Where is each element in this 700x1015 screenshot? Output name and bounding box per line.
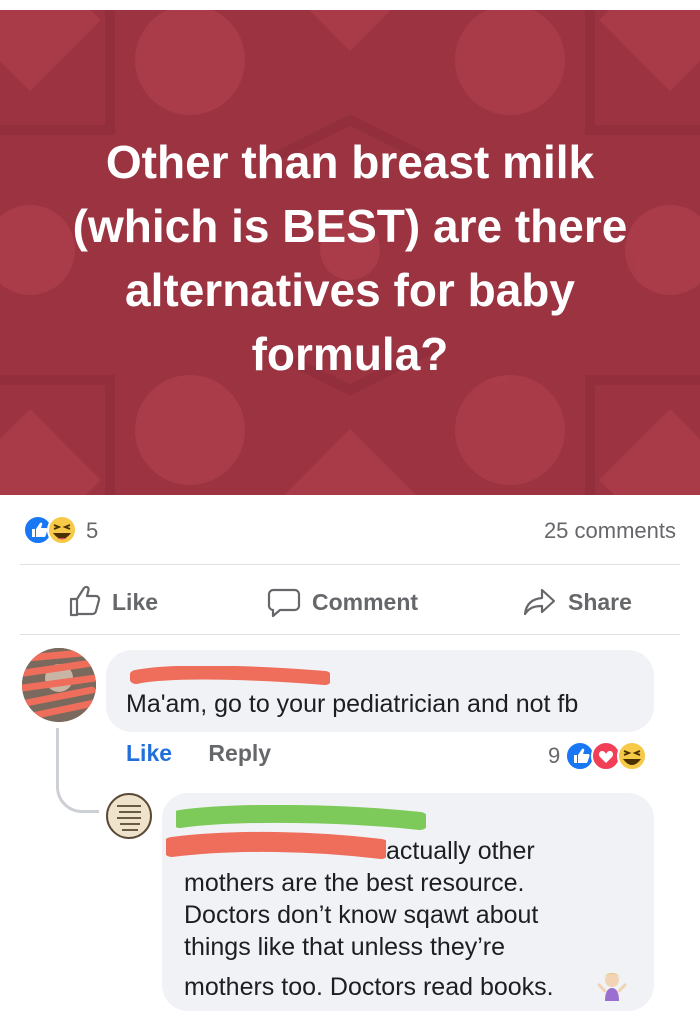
comment-label: Comment (312, 588, 419, 615)
reaction-icons[interactable] (22, 514, 82, 546)
post-text: Other than breast milk (which is BEST) a… (72, 136, 628, 380)
comments-count-link[interactable]: 25 comments (544, 518, 676, 544)
avatar-text-line (117, 817, 141, 819)
comment-reactions[interactable]: 9 (548, 738, 654, 774)
avatar[interactable] (22, 648, 96, 722)
reply-avatar[interactable] (106, 793, 152, 839)
avatar-text-line (120, 823, 140, 825)
comment-bubble: Ma'am, go to your pediatrician and not f… (106, 650, 654, 732)
haha-icon (617, 741, 648, 771)
avatar-text-line (119, 811, 141, 813)
divider (20, 564, 680, 565)
avatar-text-line (117, 805, 141, 807)
haha-icon (47, 515, 77, 545)
share-label: Share (568, 588, 632, 615)
comment-reply-link[interactable]: Reply (208, 740, 271, 766)
person-shrugging-emoji (597, 973, 627, 1001)
like-icon (565, 741, 596, 771)
reply-text-line: things like that unless they’re (184, 933, 506, 961)
reply-thread-line (56, 728, 99, 813)
comment-reaction-count: 9 (548, 743, 561, 768)
comment-like-link[interactable]: Like (126, 740, 172, 766)
reply-text-line: Doctors don’t know sqawt about (184, 901, 539, 929)
reply-text-line: actually other (386, 837, 535, 865)
reply-bubble: actually other mothers are the best reso… (162, 793, 654, 1011)
avatar-redaction (22, 648, 96, 722)
post-stats: 5 25 comments (0, 510, 700, 550)
like-label: Like (112, 588, 159, 615)
love-icon (591, 741, 622, 771)
post-action-bar: Like Comment Share (0, 572, 700, 632)
speech-bubble-icon (267, 588, 301, 618)
share-button[interactable]: Share (522, 582, 632, 622)
avatar-text-line (122, 829, 138, 831)
comment-reaction-icons (565, 741, 648, 771)
reply-text-line: mothers too. Doctors read books. (184, 973, 554, 1001)
divider (20, 634, 680, 635)
reply-text-line: mothers are the best resource. (184, 869, 525, 897)
comment-meta: Like Reply (126, 740, 271, 767)
redacted-author-name (130, 666, 330, 685)
like-button[interactable]: Like (66, 582, 158, 622)
redacted-text (166, 831, 386, 859)
post-banner: Other than breast milk (which is BEST) a… (0, 10, 700, 495)
thumbs-up-icon (69, 585, 101, 617)
comment-button[interactable]: Comment (266, 582, 418, 622)
reaction-count[interactable]: 5 (86, 518, 98, 544)
comment-text: Ma'am, go to your pediatrician and not f… (126, 690, 579, 718)
share-arrow-icon (523, 588, 556, 616)
